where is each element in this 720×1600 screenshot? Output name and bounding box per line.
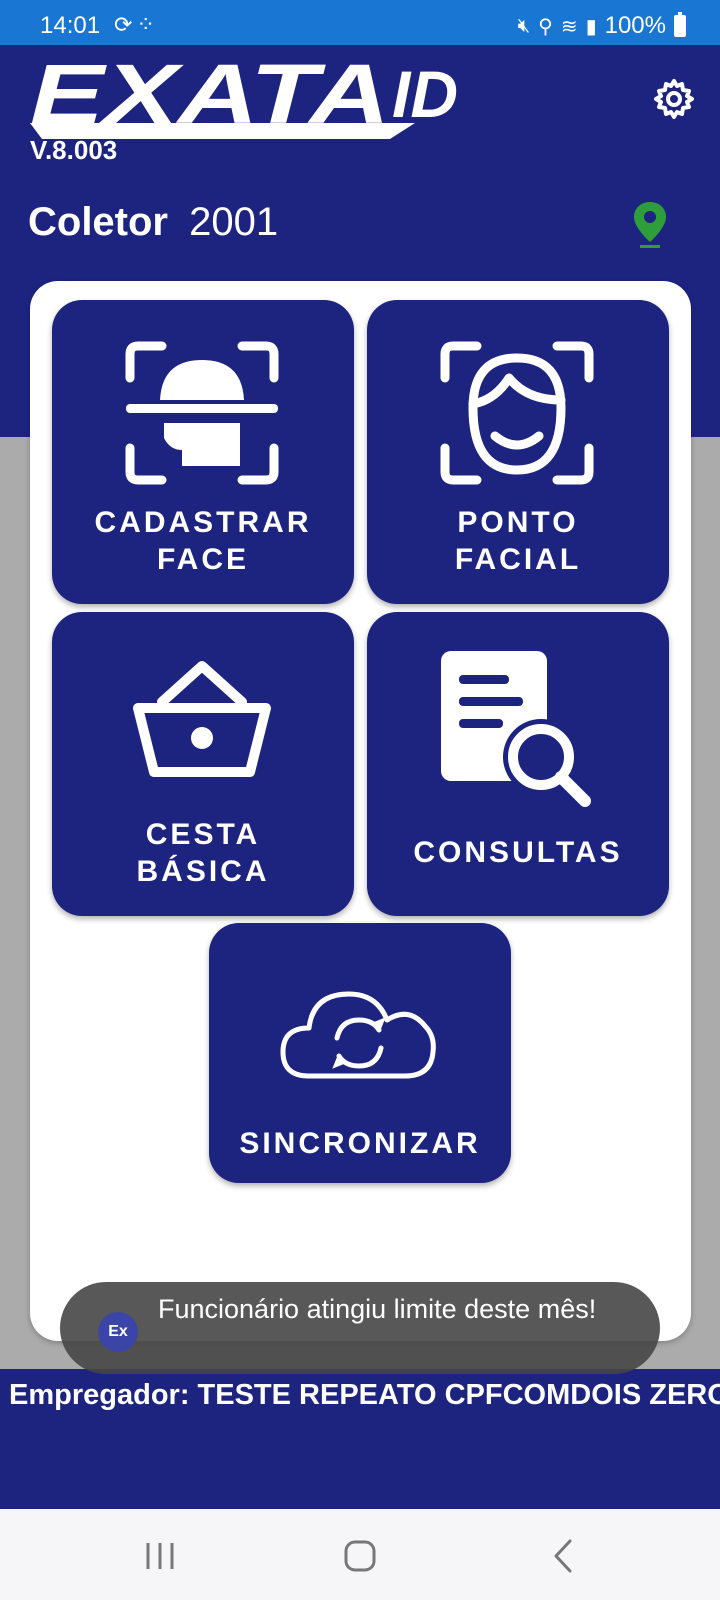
system-nav-bar xyxy=(0,1509,720,1600)
wifi-icon: ≋ xyxy=(560,15,578,38)
cesta-basica-button[interactable]: CESTA BÁSICA xyxy=(52,612,354,916)
cadastrar-face-button[interactable]: CADASTRAR FACE xyxy=(52,300,354,604)
coletor-label: Coletor xyxy=(28,200,168,244)
document-search-icon xyxy=(441,651,591,807)
status-time: 14:01 xyxy=(40,12,101,39)
app-icon: Ex xyxy=(98,1312,138,1352)
ponto-facial-button[interactable]: PONTO FACIAL xyxy=(367,300,669,604)
recent-apps-icon[interactable] xyxy=(130,1531,190,1581)
cloud-sync-icon xyxy=(280,991,436,1079)
home-icon[interactable] xyxy=(330,1531,390,1581)
location-icon: ⚲ xyxy=(538,15,553,38)
battery-icon xyxy=(674,12,686,37)
battery-text: 100% xyxy=(604,12,666,39)
tile-label: CESTA BÁSICA xyxy=(136,818,270,888)
tile-label: CADASTRAR FACE xyxy=(94,506,312,576)
status-right: 🔇︎ ⚲ ≋ ▮ 100% xyxy=(518,12,686,40)
coletor-info: Coletor 2001 xyxy=(28,200,278,245)
consultas-button[interactable]: CONSULTAS xyxy=(367,612,669,916)
logo-suffix: ID xyxy=(392,57,458,131)
sincronizar-button[interactable]: SINCRONIZAR xyxy=(209,923,511,1183)
employer-footer: Empregador: TESTE REPEATO CPFCOMDOIS ZER… xyxy=(0,1369,720,1509)
toast-text: Funcionário atingiu limite deste mês! xyxy=(158,1294,597,1324)
signal-icon: ▮ xyxy=(585,15,597,38)
sync-status-icon: ⟳ xyxy=(114,12,137,37)
back-icon[interactable] xyxy=(534,1531,594,1581)
status-bar: 14:01 ⟳⁘ 🔇︎ ⚲ ≋ ▮ 100% xyxy=(0,0,720,45)
app-version: V.8.003 xyxy=(30,135,118,165)
gear-icon[interactable] xyxy=(650,75,698,123)
menu-card: CADASTRAR FACE PONTO FACIAL CESTA BÁSICA… xyxy=(30,281,691,1341)
coletor-value: 2001 xyxy=(189,200,279,244)
face-scan-icon xyxy=(440,341,594,485)
toast-message: Ex Funcionário atingiu limite deste mês! xyxy=(60,1282,660,1374)
location-pin-icon[interactable] xyxy=(630,200,670,250)
tile-label: CONSULTAS xyxy=(413,836,623,869)
empregador-text: Empregador: TESTE REPEATO CPFCOMDOIS ZER… xyxy=(9,1379,720,1411)
tile-label: PONTO FACIAL xyxy=(454,506,582,576)
mute-icon: 🔇︎ xyxy=(517,14,531,37)
tile-label: SINCRONIZAR xyxy=(239,1127,481,1160)
apps-icon: ⁘ xyxy=(136,12,159,37)
basket-icon xyxy=(133,661,271,777)
status-left-icons: ⟳⁘ xyxy=(114,12,159,38)
face-register-icon xyxy=(125,341,279,485)
